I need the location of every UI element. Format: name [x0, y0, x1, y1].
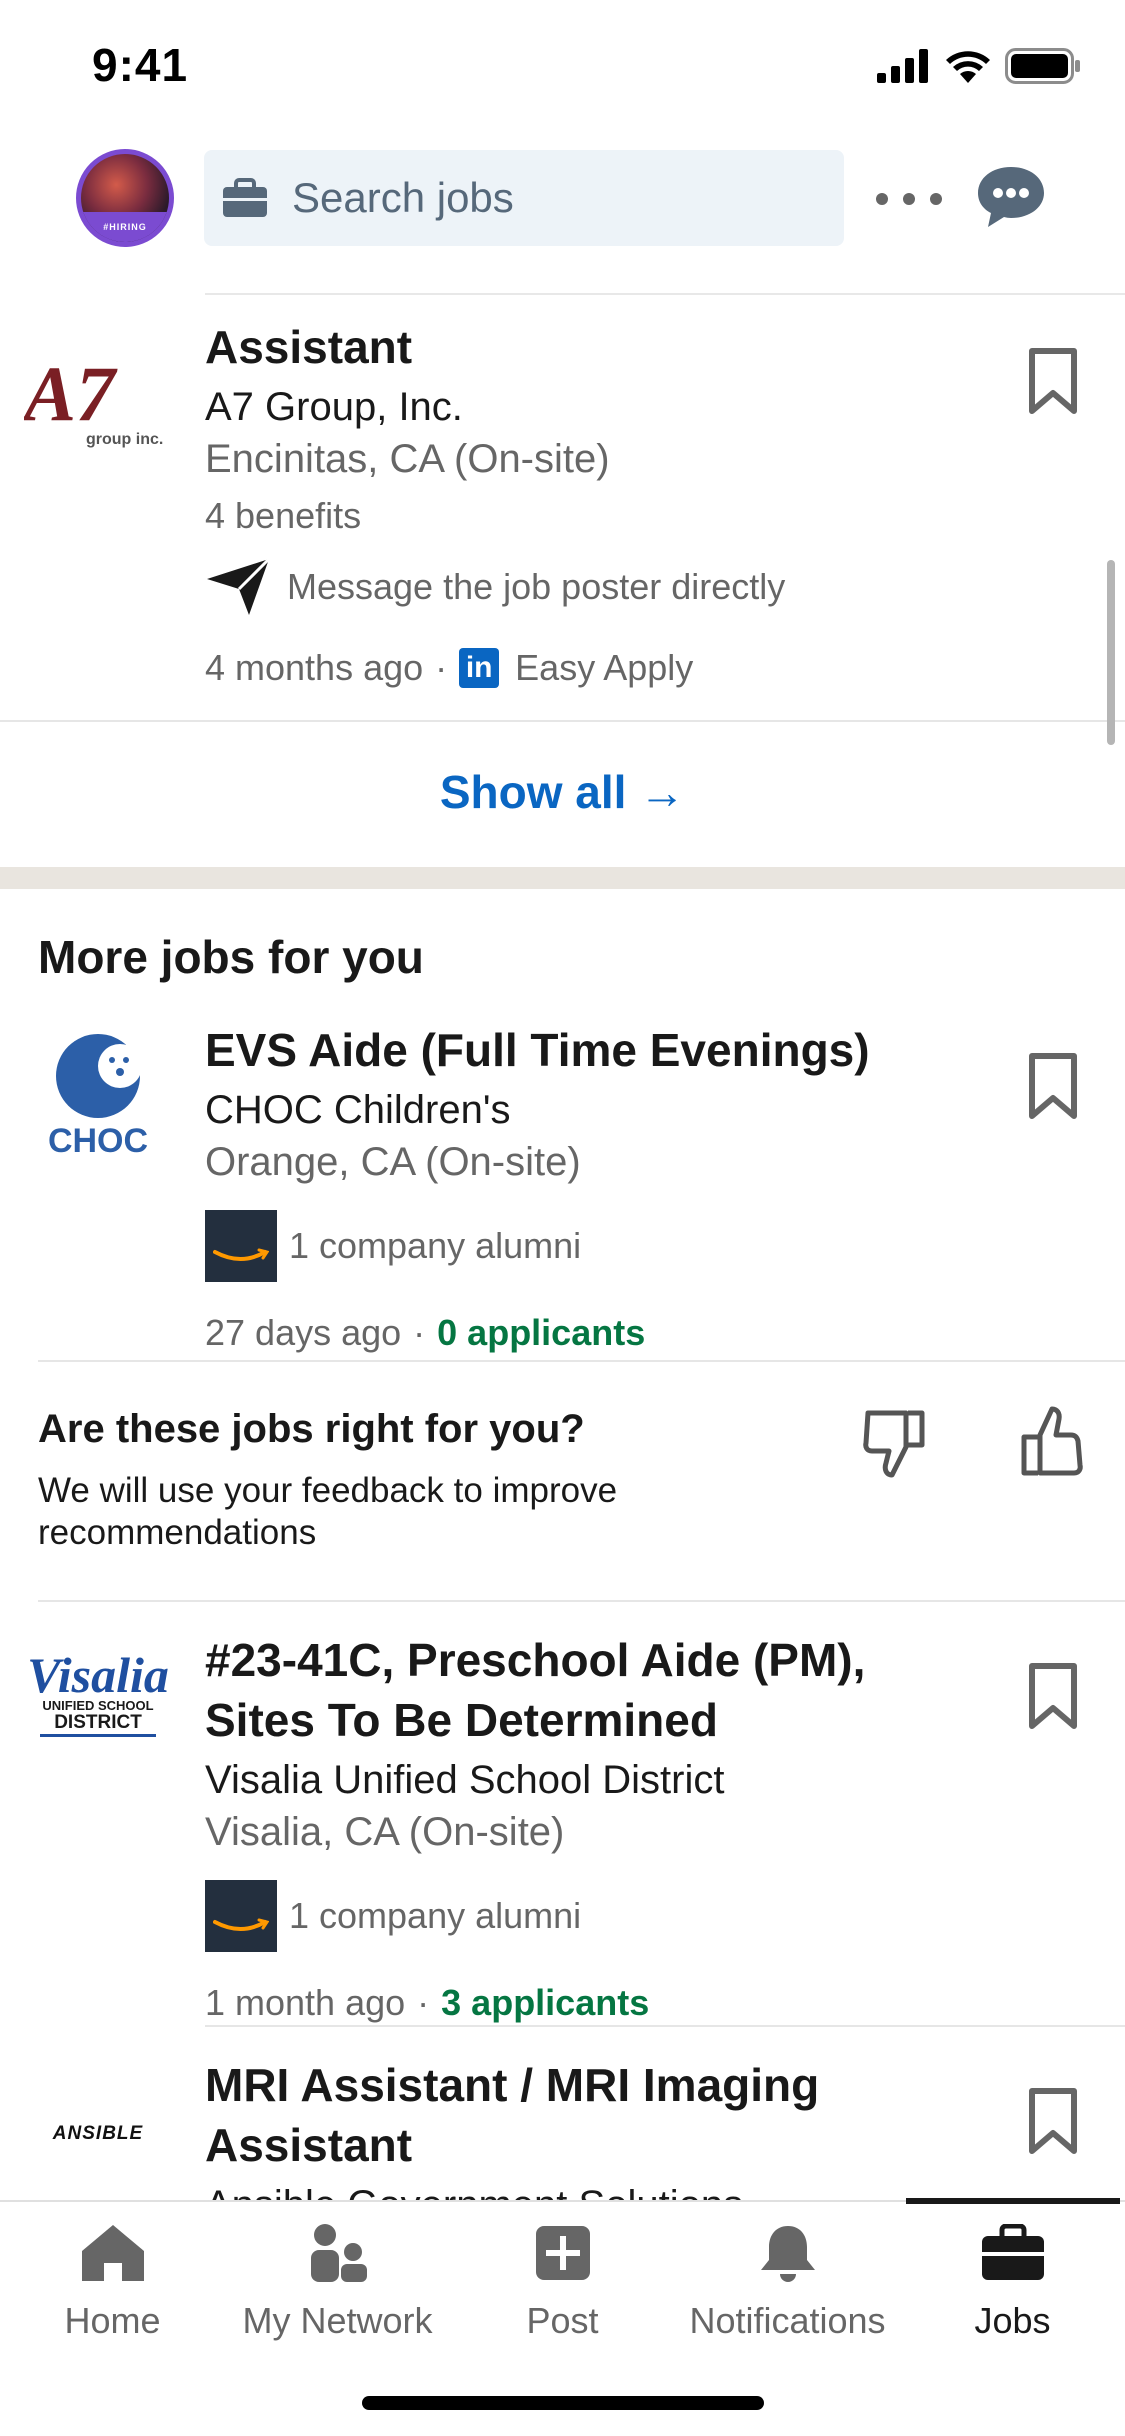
divider — [0, 720, 1125, 722]
tab-my-network[interactable]: My Network — [225, 2218, 450, 2342]
company-logo-visalia: Visalia UNIFIED SCHOOL DISTRICT — [24, 1630, 172, 1778]
company-logo-a7: A7 group inc. — [24, 329, 172, 477]
job-title[interactable]: MRI Assistant / MRI Imaging Assistant — [205, 2055, 945, 2175]
feedback-title: Are these jobs right for you? — [38, 1407, 585, 1451]
job-title[interactable]: #23-41C, Preschool Aide (PM), Sites To B… — [205, 1630, 945, 1750]
posted-time: 1 month ago — [205, 1982, 406, 2023]
signal-icon — [877, 49, 928, 83]
battery-icon — [1005, 48, 1080, 84]
job-card[interactable]: A7 group inc. Assistant A7 Group, Inc. E… — [0, 295, 1125, 750]
search-placeholder: Search jobs — [292, 174, 514, 221]
bookmark-icon[interactable] — [1026, 347, 1080, 417]
tab-home[interactable]: Home — [0, 2218, 225, 2342]
bookmark-icon[interactable] — [1026, 1662, 1080, 1732]
search-jobs-input[interactable]: Search jobs — [204, 150, 844, 246]
more-options-icon[interactable] — [876, 179, 942, 219]
status-icons — [877, 48, 1081, 84]
tab-label: Notifications — [689, 2300, 886, 2341]
divider — [38, 1600, 1125, 1602]
company-logo-choc: CHOC — [24, 1020, 172, 1168]
job-card[interactable]: Visalia UNIFIED SCHOOL DISTRICT #23-41C,… — [0, 1630, 1125, 2035]
tab-label: My Network — [242, 2300, 433, 2341]
a7-logo-text: A7 — [24, 358, 118, 437]
easy-apply-label: Easy Apply — [515, 647, 694, 688]
posted-time: 4 months ago — [205, 647, 424, 688]
visalia-logo-sub1: UNIFIED SCHOOL — [42, 1698, 153, 1713]
job-location: Orange, CA (On-site) — [205, 1140, 581, 1184]
messaging-icon[interactable] — [974, 161, 1048, 235]
tab-label: Post — [526, 2300, 599, 2341]
company-logo-ansible: ANSIBLE — [24, 2055, 172, 2200]
home-indicator[interactable] — [362, 2396, 764, 2410]
job-card[interactable]: CHOC EVS Aide (Full Time Evenings) CHOC … — [0, 1020, 1125, 1360]
top-header: #HIRING Search jobs — [0, 135, 1125, 265]
wifi-icon — [946, 51, 990, 83]
send-icon — [207, 557, 271, 615]
hiring-badge: #HIRING — [81, 212, 169, 242]
job-company: Visalia Unified School District — [205, 1758, 725, 1802]
section-separator — [0, 867, 1125, 889]
amazon-logo-icon — [205, 1880, 277, 1952]
section-title: More jobs for you — [38, 931, 424, 983]
job-company: CHOC Children's — [205, 1088, 511, 1132]
active-tab-indicator — [906, 2198, 1120, 2204]
bookmark-icon[interactable] — [1026, 1052, 1080, 1122]
amazon-logo-icon — [205, 1210, 277, 1282]
alumni-row: 1 company alumni — [205, 1880, 581, 1952]
job-company: Ansible Government Solutions — [205, 2183, 743, 2200]
message-poster-text: Message the job poster directly — [287, 566, 786, 607]
briefcase-icon — [978, 2218, 1048, 2288]
plus-square-icon — [528, 2218, 598, 2288]
thumbs-down-icon[interactable] — [862, 1407, 928, 1481]
divider — [205, 2025, 1125, 2027]
bell-icon — [753, 2218, 823, 2288]
ansible-logo-text: ANSIBLE — [52, 2123, 144, 2144]
alumni-row: 1 company alumni — [205, 1210, 581, 1282]
previous-job-peek — [205, 265, 1125, 295]
job-meta: 27 days ago · 0 applicants — [205, 1312, 646, 1353]
thumbs-up-icon[interactable] — [1018, 1405, 1084, 1479]
tab-label: Home — [64, 2300, 161, 2341]
job-meta: 4 months ago · in Easy Apply — [205, 647, 694, 688]
show-all-link[interactable]: Show all → — [0, 765, 1125, 819]
status-bar: 9:41 — [0, 0, 1125, 135]
applicants-count: 3 applicants — [441, 1982, 650, 2023]
briefcase-icon — [220, 173, 270, 223]
job-title[interactable]: Assistant — [205, 317, 945, 377]
feedback-subtitle: We will use your feedback to improve rec… — [38, 1471, 618, 1552]
job-location: Visalia, CA (On-site) — [205, 1810, 565, 1854]
job-card[interactable]: ANSIBLE MRI Assistant / MRI Imaging Assi… — [0, 2055, 1125, 2200]
alumni-text: 1 company alumni — [289, 1895, 582, 1936]
visalia-logo-text: Visalia — [27, 1647, 169, 1703]
status-time: 9:41 — [92, 39, 189, 91]
jobs-feed[interactable]: A7 group inc. Assistant A7 Group, Inc. E… — [0, 265, 1125, 2200]
applicants-count: 0 applicants — [437, 1312, 646, 1353]
job-benefits: 4 benefits — [205, 495, 362, 536]
tab-notifications[interactable]: Notifications — [675, 2218, 900, 2342]
posted-time: 27 days ago — [205, 1312, 402, 1353]
bookmark-icon[interactable] — [1026, 2087, 1080, 2157]
divider — [38, 1360, 1125, 1362]
tab-post[interactable]: Post — [450, 2218, 675, 2342]
a7-logo-sub: group inc. — [86, 431, 163, 448]
scrollbar[interactable] — [1107, 560, 1115, 745]
tab-jobs[interactable]: Jobs — [900, 2218, 1125, 2342]
tab-label: Jobs — [974, 2300, 1051, 2341]
home-icon — [78, 2218, 148, 2288]
message-poster-row: Message the job poster directly — [205, 557, 785, 617]
job-company: A7 Group, Inc. — [205, 385, 463, 429]
visalia-logo-sub2: DISTRICT — [54, 1712, 142, 1733]
alumni-text: 1 company alumni — [289, 1225, 582, 1266]
job-location: Encinitas, CA (On-site) — [205, 437, 610, 481]
choc-logo-text: CHOC — [48, 1122, 148, 1160]
linkedin-icon: in — [459, 648, 500, 688]
job-meta: 1 month ago · 3 applicants — [205, 1982, 650, 2023]
job-title[interactable]: EVS Aide (Full Time Evenings) — [205, 1020, 945, 1080]
profile-avatar[interactable]: #HIRING — [76, 149, 174, 247]
network-icon — [303, 2218, 373, 2288]
